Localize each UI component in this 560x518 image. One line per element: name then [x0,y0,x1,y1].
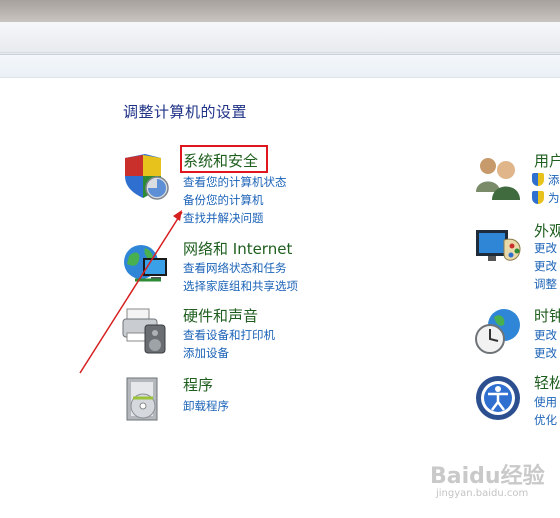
toolbar-strip [0,55,560,78]
category-title[interactable]: 外观 [534,220,560,241]
link-uninstall[interactable]: 卸载程序 [183,398,229,414]
page-heading: 调整计算机的设置 [123,103,248,121]
link-appearance-3[interactable]: 调整 [534,276,557,292]
clock-globe-icon [474,307,524,357]
link-appearance-1[interactable]: 更改 [534,240,557,256]
link-network-status[interactable]: 查看网络状态和任务 [183,260,287,276]
link-appearance-2[interactable]: 更改 [534,258,557,274]
link-clock-1[interactable]: 更改 [534,327,557,343]
programs-icon [121,376,171,426]
link-user-2[interactable]: 为 [548,190,560,206]
link-clock-2[interactable]: 更改 [534,345,557,361]
window-top-band [0,0,560,22]
link-add-device[interactable]: 添加设备 [183,345,229,361]
category-title[interactable]: 硬件和声音 [183,305,258,326]
category-title[interactable]: 网络和 Internet [183,238,292,259]
link-access-2[interactable]: 优化 [534,412,557,428]
watermark: Baidu经验 jingyan.baidu.com [430,458,550,506]
category-title[interactable]: 程序 [183,374,213,395]
category-title[interactable]: 轻松 [534,372,560,393]
category-title[interactable]: 时钟 [534,305,560,326]
shield-icon [121,152,171,202]
category-title[interactable]: 用户 [534,150,560,171]
link-devices-printers[interactable]: 查看设备和打印机 [183,327,275,343]
watermark-main: Baidu经验 [430,464,545,489]
link-troubleshoot[interactable]: 查找并解决问题 [183,210,264,226]
link-backup[interactable]: 备份您的计算机 [183,192,264,208]
link-homegroup[interactable]: 选择家庭组和共享选项 [183,278,298,294]
accessibility-icon [474,374,524,424]
shield-small-icon [532,191,544,204]
address-bar-area [0,22,560,55]
users-icon [474,152,524,202]
link-view-status[interactable]: 查看您的计算机状态 [183,174,287,190]
monitor-palette-icon [474,222,524,272]
watermark-sub: jingyan.baidu.com [436,488,529,499]
link-user-1[interactable]: 添 [548,172,560,188]
link-access-1[interactable]: 使用 [534,394,557,410]
highlight-box [180,145,268,173]
globe-network-icon [121,240,171,290]
printer-speaker-icon [121,307,171,357]
shield-small-icon [532,173,544,186]
